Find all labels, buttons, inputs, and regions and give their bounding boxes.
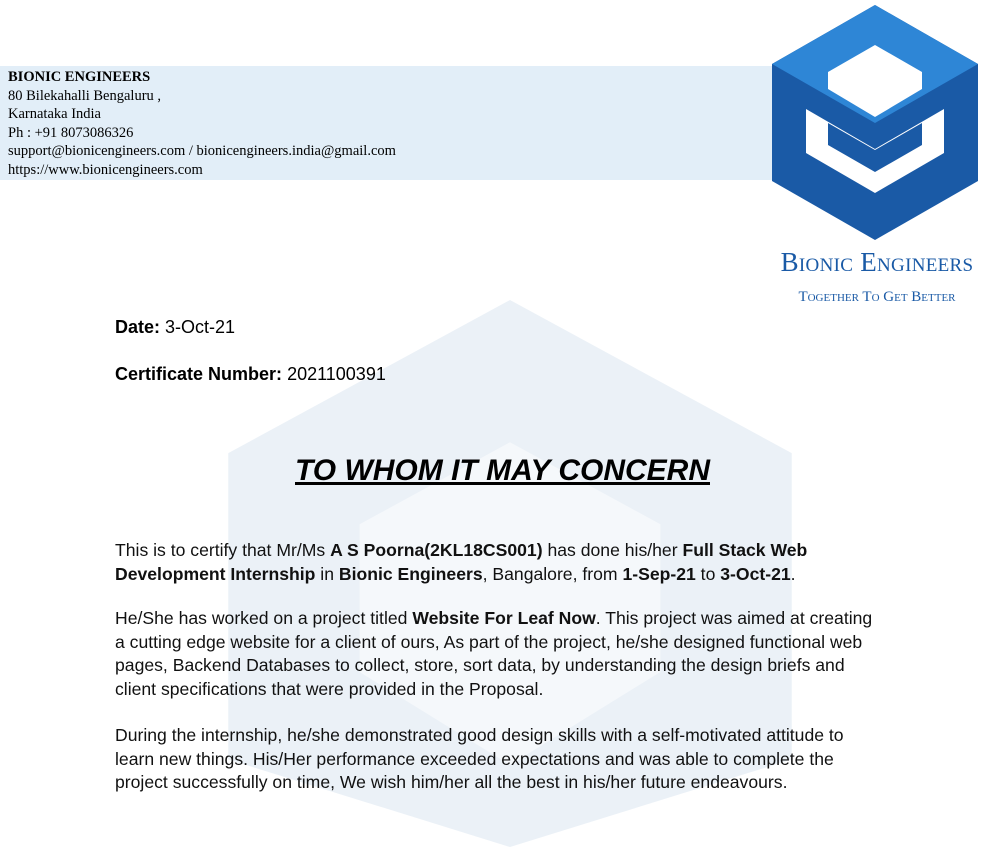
company-name: BIONIC ENGINEERS: [8, 69, 151, 85]
performance-paragraph: During the internship, he/she demonstrat…: [115, 725, 844, 792]
email-addresses: support@bionicengineers.com / bionicengi…: [8, 143, 396, 159]
project-title: Website For Leaf Now: [412, 608, 596, 628]
start-date: 1-Sep-21: [622, 563, 696, 584]
text: in: [315, 563, 339, 584]
phone-number: Ph : +91 8073086326: [8, 124, 134, 141]
text: has done his/her: [542, 540, 683, 560]
company-address-block: BIONIC ENGINEERS 80 Bilekahalli Bengalur…: [8, 68, 396, 179]
certificate-number-label: Certificate Number:: [115, 364, 283, 384]
text: to: [695, 563, 721, 584]
end-date: 3-Oct-21: [720, 563, 791, 584]
company-name-inline: Bionic Engineers: [338, 563, 483, 584]
date-line: Date: 3-Oct-21: [115, 317, 235, 338]
address-line-2: Karnataka India: [8, 106, 101, 122]
address-line-1: 80 Bilekahalli Bengaluru ,: [8, 87, 162, 104]
cube-logo-icon: [772, 5, 978, 240]
text: He/She has worked on a project titled: [115, 608, 413, 628]
certification-paragraph: This is to certify that Mr/Ms A S Poorna…: [115, 539, 875, 586]
date-label: Date:: [115, 317, 161, 337]
certificate-number-value: 2021100391: [287, 364, 386, 384]
intern-name: A S Poorna(2KL18CS001): [330, 540, 543, 560]
certificate-heading: TO WHOM IT MAY CONCERN: [295, 454, 710, 487]
text: This is to certify that Mr/Ms: [115, 540, 331, 560]
project-paragraph: He/She has worked on a project titled We…: [115, 607, 875, 701]
certificate-number-line: Certificate Number: 2021100391: [115, 364, 386, 385]
website-url: https://www.bionicengineers.com: [8, 161, 203, 178]
brand-tagline: Together To Get Better: [798, 289, 956, 305]
text: .: [790, 563, 796, 584]
brand-name: Bionic Engineers: [780, 247, 974, 277]
date-value: 3-Oct-21: [165, 317, 236, 337]
text: , Bangalore, from: [482, 563, 623, 584]
